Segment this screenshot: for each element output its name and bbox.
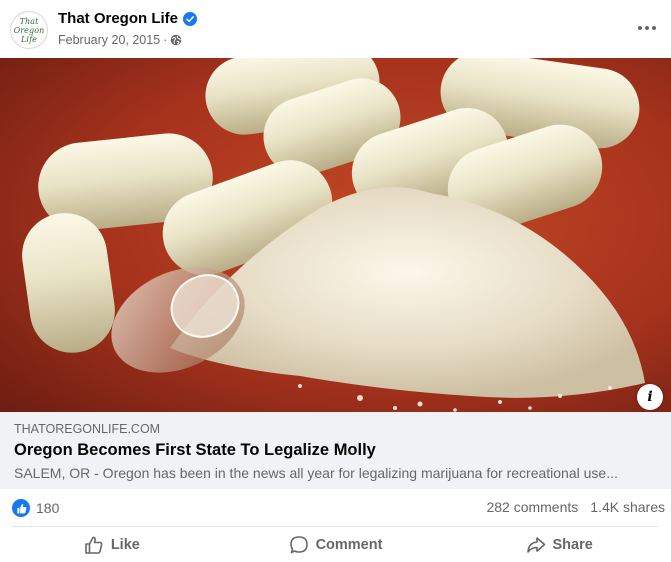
- reactions-count: 180: [36, 500, 60, 516]
- info-icon: i: [647, 389, 653, 405]
- meta-separator: ·: [163, 33, 168, 47]
- more-options-button[interactable]: [635, 16, 659, 40]
- globe-icon: [171, 34, 182, 46]
- share-button[interactable]: Share: [447, 528, 671, 562]
- share-label: Share: [552, 537, 593, 553]
- shares-count-link[interactable]: 1.4K shares: [590, 499, 665, 515]
- share-arrow-icon: [526, 537, 545, 553]
- comment-bubble-icon: [289, 536, 308, 554]
- link-domain: THATOREGONLIFE.COM: [14, 422, 161, 436]
- action-bar: Like Comment Share: [0, 528, 671, 562]
- verified-badge-icon: [183, 11, 197, 26]
- comment-label: Comment: [315, 537, 383, 553]
- like-reaction-icon: [12, 499, 30, 517]
- like-label: Like: [110, 537, 140, 553]
- like-button[interactable]: Like: [0, 528, 224, 562]
- capsules-photo: [0, 58, 671, 412]
- comment-button[interactable]: Comment: [224, 528, 448, 562]
- post-image[interactable]: i: [0, 58, 671, 412]
- link-title[interactable]: Oregon Becomes First State To Legalize M…: [14, 441, 659, 460]
- page-name-link[interactable]: That Oregon Life: [58, 10, 178, 27]
- post-meta: February 20, 2015 ·: [58, 33, 182, 47]
- link-preview[interactable]: THATOREGONLIFE.COM Oregon Becomes First …: [0, 412, 671, 489]
- link-description: SALEM, OR - Oregon has been in the news …: [14, 465, 618, 481]
- page-name-row: That Oregon Life: [58, 10, 197, 27]
- counts-row: 282 comments 1.4K shares: [486, 499, 665, 515]
- stats-divider: [12, 526, 659, 527]
- info-button[interactable]: i: [637, 384, 663, 410]
- comments-count-link[interactable]: 282 comments: [486, 499, 578, 515]
- engagement-stats: 180 282 comments 1.4K shares: [0, 489, 671, 525]
- avatar[interactable]: That Oregon Life: [10, 11, 48, 49]
- post-header: That Oregon Life That Oregon Life Februa…: [0, 0, 671, 58]
- avatar-logo-text: That Oregon Life: [13, 16, 45, 44]
- post-date[interactable]: February 20, 2015: [58, 33, 160, 47]
- more-dots-icon: [638, 26, 656, 30]
- reactions-summary[interactable]: 180: [12, 499, 59, 517]
- thumbs-up-icon: [85, 536, 103, 554]
